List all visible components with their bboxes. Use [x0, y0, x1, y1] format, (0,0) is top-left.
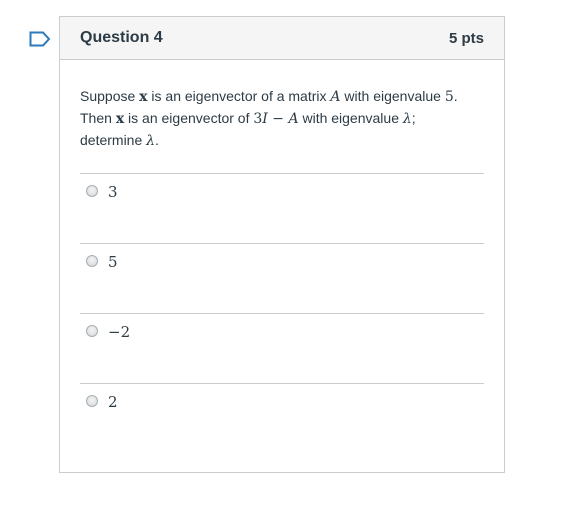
- question-points: 5 pts: [448, 29, 484, 47]
- text-fragment: with eigenvalue: [340, 88, 445, 104]
- answer-label: 2: [108, 393, 118, 411]
- text-fragment: with eigenvalue: [298, 110, 403, 126]
- math-token: x: [139, 89, 148, 105]
- answer-label: 5: [108, 253, 118, 271]
- question-body: Suppose x is an eigenvector of a matrix …: [60, 60, 504, 453]
- math-token: x: [115, 111, 125, 127]
- text-fragment: is an eigenvector of: [124, 110, 254, 126]
- text-fragment: determine: [80, 132, 147, 148]
- answer-label: 3: [108, 183, 118, 201]
- answer-list: 3 5 −2 2: [80, 173, 484, 453]
- question-card: Question 4 5 pts Suppose x is an eigenve…: [59, 16, 505, 473]
- answer-option[interactable]: 3: [80, 173, 484, 243]
- radio-button[interactable]: [86, 395, 98, 407]
- math-token: A: [288, 111, 299, 127]
- text-fragment: Suppose: [80, 88, 140, 104]
- radio-button[interactable]: [86, 255, 98, 267]
- math-token: 3: [253, 111, 263, 127]
- radio-button[interactable]: [86, 185, 98, 197]
- question-text: Suppose x is an eigenvector of a matrix …: [80, 86, 484, 152]
- math-token: λ: [146, 133, 156, 149]
- question-header: Question 4 5 pts: [60, 17, 504, 60]
- answer-option[interactable]: 2: [80, 383, 484, 453]
- answer-label: −2: [108, 323, 131, 341]
- math-token: 5: [444, 89, 454, 105]
- text-fragment: ;: [411, 110, 416, 126]
- math-token: λ: [402, 111, 412, 127]
- math-token: A: [330, 89, 341, 105]
- math-token: −: [267, 111, 289, 127]
- bookmark-flag-icon[interactable]: [29, 31, 51, 47]
- text-fragment: is an eigenvector of a matrix: [147, 88, 331, 104]
- text-fragment: Then: [80, 110, 116, 126]
- text-fragment: .: [453, 88, 458, 104]
- answer-option[interactable]: 5: [80, 243, 484, 313]
- question-title: Question 4: [80, 29, 163, 46]
- answer-option[interactable]: −2: [80, 313, 484, 383]
- text-fragment: .: [155, 132, 159, 148]
- radio-button[interactable]: [86, 325, 98, 337]
